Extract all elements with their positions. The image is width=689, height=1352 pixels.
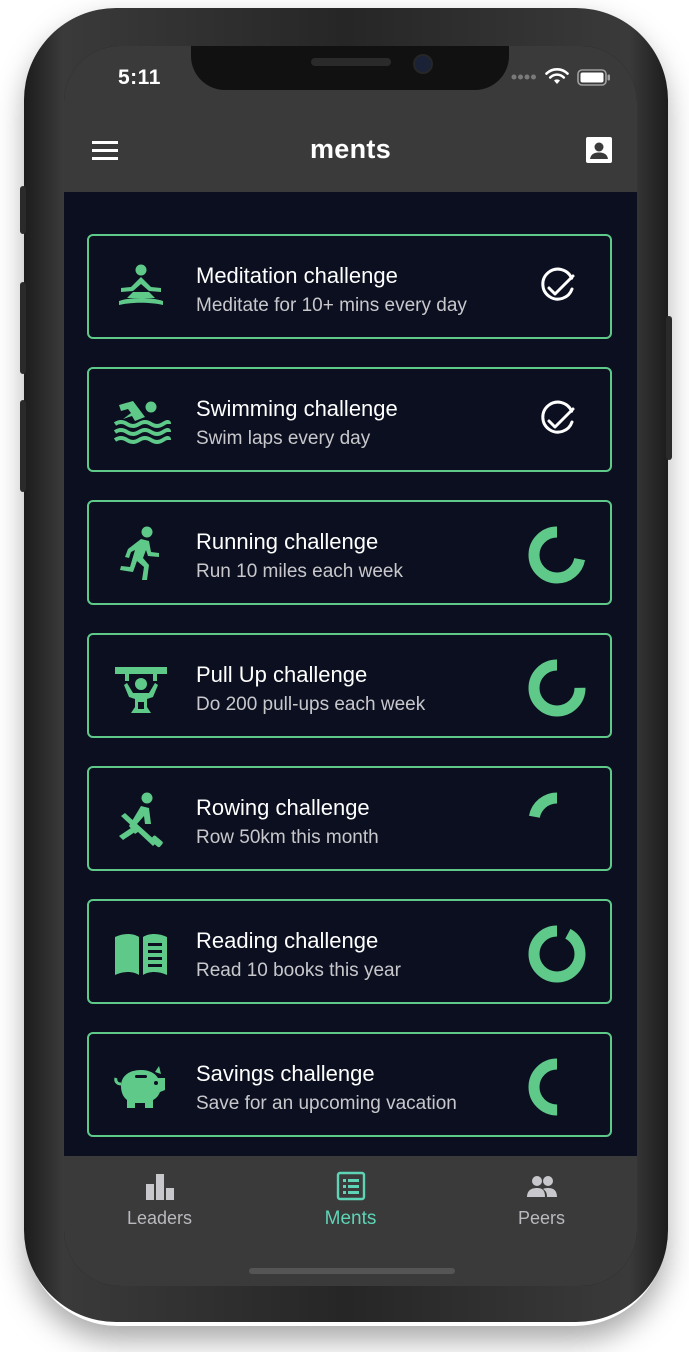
wifi-icon	[545, 68, 569, 84]
challenge-card[interactable]: Rowing challenge Row 50km this month	[87, 766, 612, 871]
progress-ring	[528, 659, 586, 717]
list-icon	[336, 1171, 366, 1201]
bar-chart-icon	[146, 1174, 174, 1200]
running-icon	[120, 526, 159, 580]
progress-ring	[528, 1058, 586, 1116]
challenge-title: Pull Up challenge	[196, 662, 368, 687]
progress-ring	[528, 925, 586, 983]
tab-label: Leaders	[126, 1208, 193, 1228]
challenge-card[interactable]: Swimming challenge Swim laps every day	[87, 367, 612, 472]
challenge-title: Swimming challenge	[196, 396, 398, 421]
profile-button[interactable]	[585, 136, 613, 164]
status-icons	[511, 68, 611, 86]
volume-down-button	[20, 400, 26, 492]
notch	[191, 46, 509, 90]
challenge-subtitle: Swim laps every day	[196, 428, 371, 449]
challenge-card[interactable]: Running challenge Run 10 miles each week	[87, 500, 612, 605]
progress-arc	[528, 526, 586, 584]
challenge-subtitle: Row 50km this month	[196, 827, 379, 848]
mute-switch	[20, 186, 26, 234]
battery-icon	[577, 68, 610, 86]
pull-up-icon	[115, 667, 167, 713]
check-circle-icon	[541, 400, 575, 434]
home-indicator[interactable]	[249, 1268, 455, 1274]
progress-arc	[528, 1058, 586, 1116]
challenge-subtitle: Read 10 books this year	[196, 960, 401, 981]
challenge-subtitle: Do 200 pull-ups each week	[196, 694, 426, 715]
tab-label: Peers	[517, 1208, 566, 1228]
status-bar: 5:11	[64, 46, 637, 106]
tab-leaders[interactable]: Leaders	[64, 1156, 255, 1236]
speaker	[311, 58, 391, 66]
challenge-subtitle: Meditate for 10+ mins every day	[196, 295, 467, 316]
rowing-icon	[119, 792, 163, 848]
progress-ring	[528, 526, 586, 584]
people-icon	[527, 1176, 557, 1197]
meditation-icon	[119, 264, 163, 305]
challenge-title: Reading challenge	[196, 928, 379, 953]
challenge-subtitle: Save for an upcoming vacation	[196, 1093, 457, 1114]
front-camera	[413, 54, 433, 74]
progress-arc	[528, 925, 586, 983]
swimming-icon	[113, 401, 171, 444]
page-title: ments	[309, 134, 392, 164]
check-circle-icon	[541, 267, 575, 301]
app-header: ments	[64, 106, 637, 192]
challenge-subtitle: Run 10 miles each week	[196, 561, 403, 582]
phone-screen: 5:11 ments Meditation challenge Meditate…	[64, 46, 637, 1286]
challenge-card[interactable]: Pull Up challenge Do 200 pull-ups each w…	[87, 633, 612, 738]
challenge-title: Savings challenge	[196, 1061, 375, 1086]
challenge-card[interactable]: Savings challenge Save for an upcoming v…	[87, 1032, 612, 1137]
volume-up-button	[20, 282, 26, 374]
challenge-title: Running challenge	[196, 529, 379, 554]
account-box-icon	[586, 137, 612, 163]
progress-ring	[528, 792, 586, 850]
challenge-card[interactable]: Reading challenge Read 10 books this yea…	[87, 899, 612, 1004]
challenge-list[interactable]: Meditation challenge Meditate for 10+ mi…	[64, 192, 637, 1156]
tab-ments[interactable]: Ments	[255, 1156, 446, 1236]
tab-peers[interactable]: Peers	[446, 1156, 637, 1236]
reading-icon	[115, 934, 167, 975]
bottom-tab-bar: Leaders Ments Peers	[64, 1156, 637, 1286]
progress-arc	[528, 659, 586, 717]
signal-icon	[511, 74, 536, 80]
challenge-title: Rowing challenge	[196, 795, 370, 820]
piggy-bank-icon	[114, 1066, 165, 1108]
status-time: 5:11	[118, 66, 161, 89]
challenge-title: Meditation challenge	[196, 263, 398, 288]
challenge-card[interactable]: Meditation challenge Meditate for 10+ mi…	[87, 234, 612, 339]
tab-label: Ments	[324, 1208, 377, 1229]
progress-arc	[528, 792, 586, 850]
power-button	[666, 316, 672, 460]
